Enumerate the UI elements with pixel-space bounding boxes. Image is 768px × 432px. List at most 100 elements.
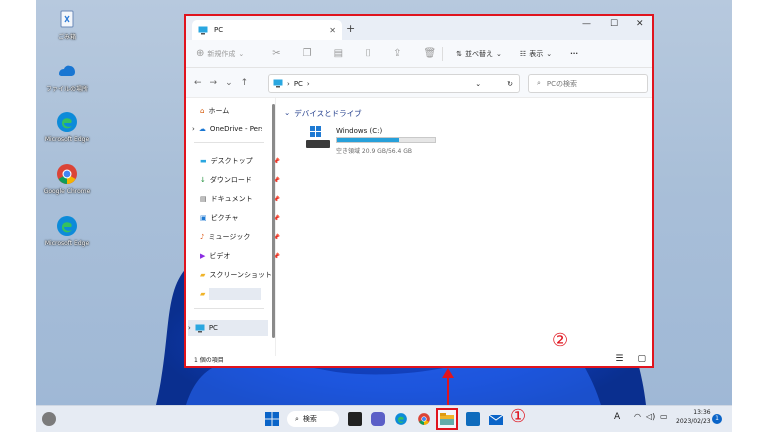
address-path: PC	[293, 79, 303, 88]
desktop-icon-recycle-bin[interactable]: ごみ箱	[42, 6, 92, 41]
taskbar-search-label: 検索	[302, 415, 317, 423]
widgets-icon[interactable]	[42, 412, 56, 426]
drive-usage-fill	[337, 138, 399, 142]
command-bar: ⊕ 新規作成 ⌄ ✂ ❐ ▤ ⌷ ⇪ 🗑 ⇅ 並べ替え ⌄ ☷ 表示 ⌄ ···	[186, 40, 652, 68]
desktop-icon-label: Google Chrome	[43, 188, 91, 195]
pc-icon	[198, 26, 208, 34]
tab-label: PC	[214, 26, 224, 34]
clock-time: 13:36	[693, 409, 711, 416]
desktop-icon-edge[interactable]: Microsoft Edge	[42, 110, 92, 143]
edge-icon	[55, 110, 79, 134]
desktop-icon-label: Microsoft Edge	[44, 240, 90, 247]
chevron-down-icon[interactable]: ⌄	[475, 80, 481, 88]
file-explorer-window: PC ✕ + — ☐ ✕ ⊕ 新規作成 ⌄ ✂ ❐ ▤ ⌷ ⇪ 🗑 ⇅ 並べ替え ⌄…	[184, 14, 654, 368]
chevron-down-icon[interactable]: ⌄	[225, 78, 233, 88]
folder-icon: ▰	[200, 290, 206, 298]
desktop-icon-onedrive-shortcut[interactable]: ファイルの場所	[42, 58, 92, 93]
nav-label: ホーム	[208, 107, 230, 115]
nav-label: ビデオ	[209, 252, 231, 260]
clock[interactable]: 13:36 2023/02/23	[676, 408, 711, 426]
details-view-icon[interactable]: ☰	[615, 354, 623, 364]
new-button[interactable]: ⊕ 新規作成 ⌄	[196, 48, 244, 59]
pc-icon	[273, 79, 283, 88]
store-icon[interactable]	[466, 412, 480, 426]
drive-free-space: 空き領域 20.9 GB/56.4 GB	[336, 148, 412, 155]
close-window-button[interactable]: ✕	[636, 19, 644, 29]
more-button[interactable]: ···	[570, 50, 578, 58]
rename-icon[interactable]: ⌷	[365, 48, 371, 59]
nav-label: デスクトップ	[210, 157, 253, 165]
sort-icon: ⇅	[456, 49, 463, 58]
desktop-icon-label: ごみ箱	[57, 34, 76, 41]
desktop-icon-chrome[interactable]: Google Chrome	[42, 162, 92, 195]
cut-icon[interactable]: ✂	[272, 48, 280, 59]
task-view-icon[interactable]	[348, 412, 362, 426]
ime-indicator[interactable]: A	[614, 412, 620, 422]
view-icon: ☷	[519, 49, 527, 58]
title-bar: PC ✕ + — ☐ ✕	[186, 16, 652, 40]
new-tab-button[interactable]: +	[346, 22, 355, 35]
new-label: 新規作成	[207, 49, 236, 58]
onedrive-shortcut-icon	[55, 58, 79, 82]
windows-drive-icon	[306, 126, 330, 148]
drive-item[interactable]: Windows (C:) 空き領域 20.9 GB/56.4 GB	[306, 126, 446, 162]
search-icon: ⌕	[537, 79, 541, 87]
chat-icon[interactable]	[371, 412, 385, 426]
add-icon: ⊕	[196, 48, 205, 59]
nav-label-renaming	[209, 288, 262, 300]
clock-date: 2023/02/23	[676, 418, 711, 425]
mail-icon[interactable]	[488, 412, 504, 426]
up-icon[interactable]: ↑	[241, 78, 249, 88]
music-icon: ♪	[200, 233, 205, 241]
address-bar[interactable]: › PC › ⌄ ↻	[268, 74, 520, 93]
status-bar: 1 個の項目 ☰ ▢	[186, 352, 652, 366]
minimize-button[interactable]: —	[582, 19, 591, 29]
close-tab-icon[interactable]: ✕	[329, 26, 336, 35]
tab-pc[interactable]: PC ✕	[192, 20, 342, 40]
battery-icon[interactable]: ▭	[660, 412, 668, 421]
document-icon: ▤	[200, 195, 207, 203]
desktop-icon-edge-2[interactable]: Microsoft Edge	[42, 214, 92, 247]
wifi-icon[interactable]: ◠	[634, 412, 641, 421]
tiles-view-icon[interactable]: ▢	[637, 354, 646, 364]
forward-icon[interactable]: →	[210, 78, 218, 88]
search-box[interactable]: ⌕ PCの検索	[528, 74, 648, 93]
section-header[interactable]: ⌄ デバイスとドライブ	[284, 108, 362, 119]
share-icon[interactable]: ⇪	[393, 48, 401, 59]
edge-icon[interactable]	[394, 412, 408, 426]
nav-item-pc[interactable]: › PC	[188, 320, 268, 336]
nav-label: スクリーンショット	[209, 271, 273, 279]
back-icon[interactable]: ←	[194, 78, 202, 88]
onedrive-icon: ☁	[198, 125, 206, 133]
volume-icon[interactable]: ◁)	[646, 412, 655, 421]
section-title: デバイスとドライブ	[294, 109, 362, 118]
refresh-icon[interactable]: ↻	[507, 80, 513, 88]
taskbar: ⌕ 検索 ① A ◠ ◁) ▭ 13:36 2023/02/23 1	[36, 405, 732, 432]
folder-icon: ▰	[200, 271, 206, 279]
divider	[194, 142, 264, 143]
divider	[194, 308, 264, 309]
desktop-icon: ▬	[200, 157, 207, 165]
view-button[interactable]: ☷ 表示 ⌄	[520, 49, 552, 59]
chrome-icon	[55, 162, 79, 186]
notification-badge[interactable]: 1	[712, 414, 722, 424]
nav-label: ドキュメント	[210, 195, 253, 203]
file-explorer-taskbar-button[interactable]	[436, 408, 458, 430]
delete-icon[interactable]: 🗑	[423, 48, 436, 59]
sort-button[interactable]: ⇅ 並べ替え ⌄	[456, 49, 502, 59]
search-placeholder: PCの検索	[546, 79, 578, 88]
item-count: 1 個の項目	[194, 356, 224, 364]
search-icon: ⌕	[295, 414, 299, 423]
pc-icon	[195, 324, 205, 332]
paste-icon[interactable]: ▤	[334, 48, 343, 59]
maximize-button[interactable]: ☐	[610, 19, 618, 29]
start-icon[interactable]	[265, 412, 279, 426]
nav-item-onedrive[interactable]: › ☁ OneDrive - Perso	[192, 122, 276, 136]
chevron-down-icon: ⌄	[284, 108, 291, 117]
copy-icon[interactable]: ❐	[303, 48, 312, 59]
taskbar-search[interactable]: ⌕ 検索	[287, 411, 339, 427]
picture-icon: ▣	[200, 214, 207, 222]
chrome-icon[interactable]	[417, 412, 431, 426]
sort-label: 並べ替え	[465, 49, 494, 58]
nav-scrollbar[interactable]	[272, 104, 275, 338]
